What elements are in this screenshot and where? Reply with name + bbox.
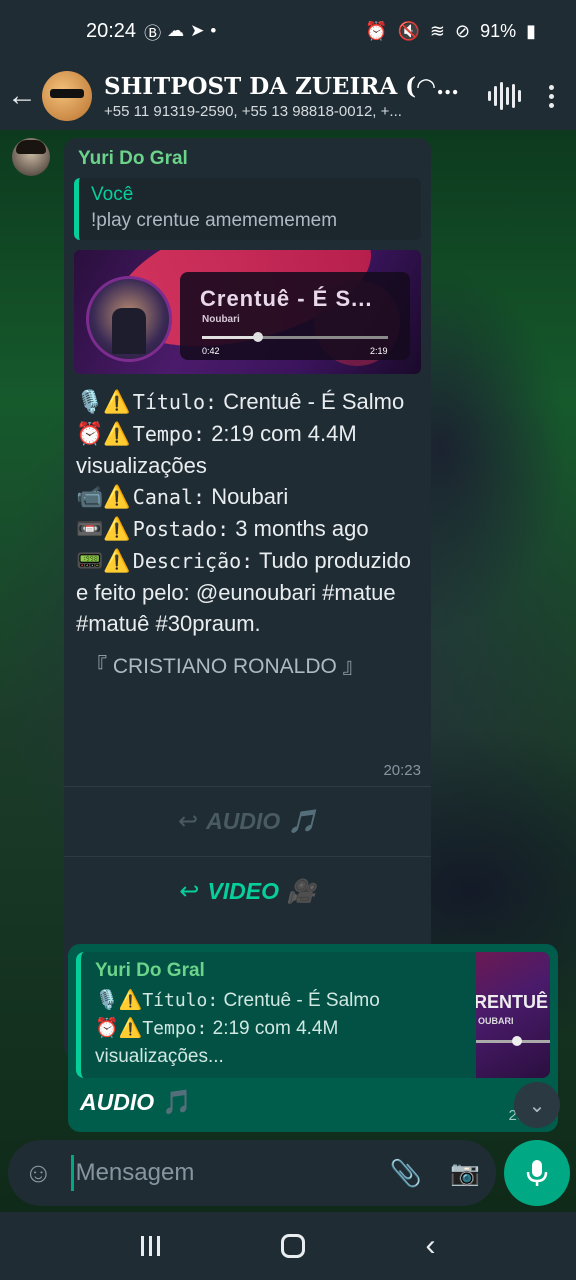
quoted-message[interactable]: Yuri Do Gral 🎙️⚠️Título: Crentuê - É Sal…	[76, 952, 550, 1078]
microphone-button[interactable]	[504, 1140, 570, 1206]
cloud-icon: ☁	[167, 21, 185, 40]
elapsed-time: 0:42	[202, 346, 220, 356]
info-line-posted: 📼⚠️ Postado: 3 months ago	[76, 516, 369, 541]
chat-header: ← SHITPOST DA ZUEIRA (◠‿... +55 11 91319…	[0, 62, 576, 130]
microphone-warning-icon: 🎙️⚠️	[76, 389, 131, 414]
video-camera-warning-icon: 📹⚠️	[76, 484, 131, 509]
info-line-description: 📟⚠️ Descrição: Tudo produzido e feito pel…	[76, 548, 412, 636]
quoted-thumbnail: RENTUÊ OUBARI	[476, 952, 550, 1078]
thumbnail-artist: Noubari	[202, 314, 240, 325]
quoted-author: Yuri Do Gral	[95, 960, 205, 981]
bixby-icon: Ⓑ	[144, 23, 162, 43]
mute-icon: 🔇	[397, 20, 420, 41]
quoted-message[interactable]: Você !play crentue amemememem	[74, 178, 421, 240]
alarm-clock-warning-icon: ⏰⚠️	[95, 1018, 143, 1039]
do-not-disturb-icon: ⊘	[454, 20, 471, 41]
reply-arrow-icon: ↩	[179, 878, 200, 905]
group-avatar[interactable]	[42, 71, 92, 121]
quoted-author: Você	[91, 184, 134, 205]
outgoing-text: AUDIO	[80, 1089, 155, 1115]
message-author[interactable]: Yuri Do Gral	[74, 146, 421, 170]
quoted-text: 🎙️⚠️Título: Crentuê - É Salmo ⏰⚠️Tempo: …	[95, 990, 380, 1067]
chat-info[interactable]: SHITPOST DA ZUEIRA (◠‿... +55 11 91319-2…	[104, 73, 464, 120]
status-bar: 20:24 Ⓑ ☁ ➤ • ⏰ 🔇 ≋ ⊘ 91% ▮	[0, 0, 576, 62]
message-footer: 『 CRISTIANO RONALDO 』	[86, 655, 364, 678]
telegram-icon: ➤	[190, 21, 205, 40]
recent-apps-icon[interactable]	[140, 1236, 160, 1256]
home-icon[interactable]	[280, 1234, 305, 1258]
status-system-icons: ⏰ 🔇 ≋ ⊘ 91% ▮	[365, 21, 536, 42]
wifi-icon: ≋	[429, 20, 445, 41]
status-notification-icons: Ⓑ ☁ ➤ •	[144, 19, 216, 44]
text-cursor	[70, 1155, 74, 1191]
system-navigation-bar: ‹	[0, 1212, 576, 1280]
progress-knob	[253, 332, 263, 342]
quoted-text: !play crentue amemememem	[91, 210, 338, 231]
info-line-time: ⏰⚠️ Tempo: 2:19 com 4.4M visualizações	[76, 421, 357, 478]
group-members: +55 11 91319-2590, +55 13 98818-0012, +.…	[104, 102, 402, 120]
audio-button[interactable]: ↩ AUDIO 🎵	[64, 786, 431, 856]
back-icon[interactable]: ‹	[426, 1229, 436, 1263]
music-notes-icon: 🎵	[162, 1089, 193, 1116]
status-time: 20:24	[86, 19, 137, 42]
emoji-icon[interactable]: ☺	[24, 1157, 53, 1189]
video-button-label: VIDEO	[207, 878, 280, 904]
audio-button-label: AUDIO	[206, 808, 281, 834]
info-line-title: 🎙️⚠️ Título: Crentuê - É Salmo	[76, 389, 405, 414]
arrow-left-icon[interactable]: ←	[2, 79, 42, 113]
videocassette-warning-icon: 📼⚠️	[76, 516, 131, 541]
reply-arrow-icon: ↩	[178, 808, 199, 835]
video-button[interactable]: ↩ VIDEO 🎥	[64, 856, 431, 926]
kebab-menu-icon[interactable]	[549, 84, 554, 108]
sender-avatar[interactable]	[12, 138, 50, 176]
battery-percent: 91%	[480, 20, 517, 41]
scroll-to-bottom-button[interactable]: ⌄	[514, 1082, 560, 1128]
info-line-channel: 📹⚠️ Canal: Noubari	[76, 484, 289, 509]
video-thumbnail[interactable]: Crentuê - É S... Noubari 0:42 2:19	[74, 250, 421, 374]
microphone-icon	[526, 1160, 548, 1186]
duration-time: 2:19	[370, 346, 388, 356]
progress-fill	[202, 336, 258, 339]
paperclip-icon[interactable]: 📎	[390, 1158, 422, 1189]
battery-icon: ▮	[526, 20, 536, 41]
camera-icon[interactable]: 📷	[450, 1159, 480, 1188]
message-time: 20:23	[383, 762, 421, 779]
outgoing-message[interactable]: Yuri Do Gral 🎙️⚠️Título: Crentuê - É Sal…	[68, 944, 558, 1132]
alarm-clock-warning-icon: ⏰⚠️	[76, 421, 131, 446]
audio-waves-icon[interactable]	[488, 81, 521, 111]
movie-camera-icon: 🎥	[287, 878, 316, 904]
pager-warning-icon: 📟⚠️	[76, 548, 131, 573]
alarm-icon: ⏰	[365, 20, 388, 41]
incoming-message[interactable]: Yuri Do Gral Você !play crentue amememem…	[64, 138, 431, 1058]
double-chevron-down-icon: ⌄	[528, 1094, 546, 1117]
message-composer[interactable]: ☺ Mensagem 📎 📷	[8, 1140, 496, 1206]
group-title: SHITPOST DA ZUEIRA (◠‿...	[104, 72, 464, 100]
microphone-warning-icon: 🎙️⚠️	[95, 990, 143, 1011]
music-note-icon: 🎵	[288, 808, 317, 834]
dot-icon: •	[210, 21, 217, 40]
thumbnail-title: Crentuê - É S...	[200, 286, 373, 311]
chat-area[interactable]: Yuri Do Gral Você !play crentue amememem…	[0, 130, 576, 1212]
message-input[interactable]: Mensagem	[76, 1159, 195, 1187]
message-body: 🎙️⚠️ Título: Crentuê - É Salmo ⏰⚠️ Tempo: …	[74, 386, 421, 682]
